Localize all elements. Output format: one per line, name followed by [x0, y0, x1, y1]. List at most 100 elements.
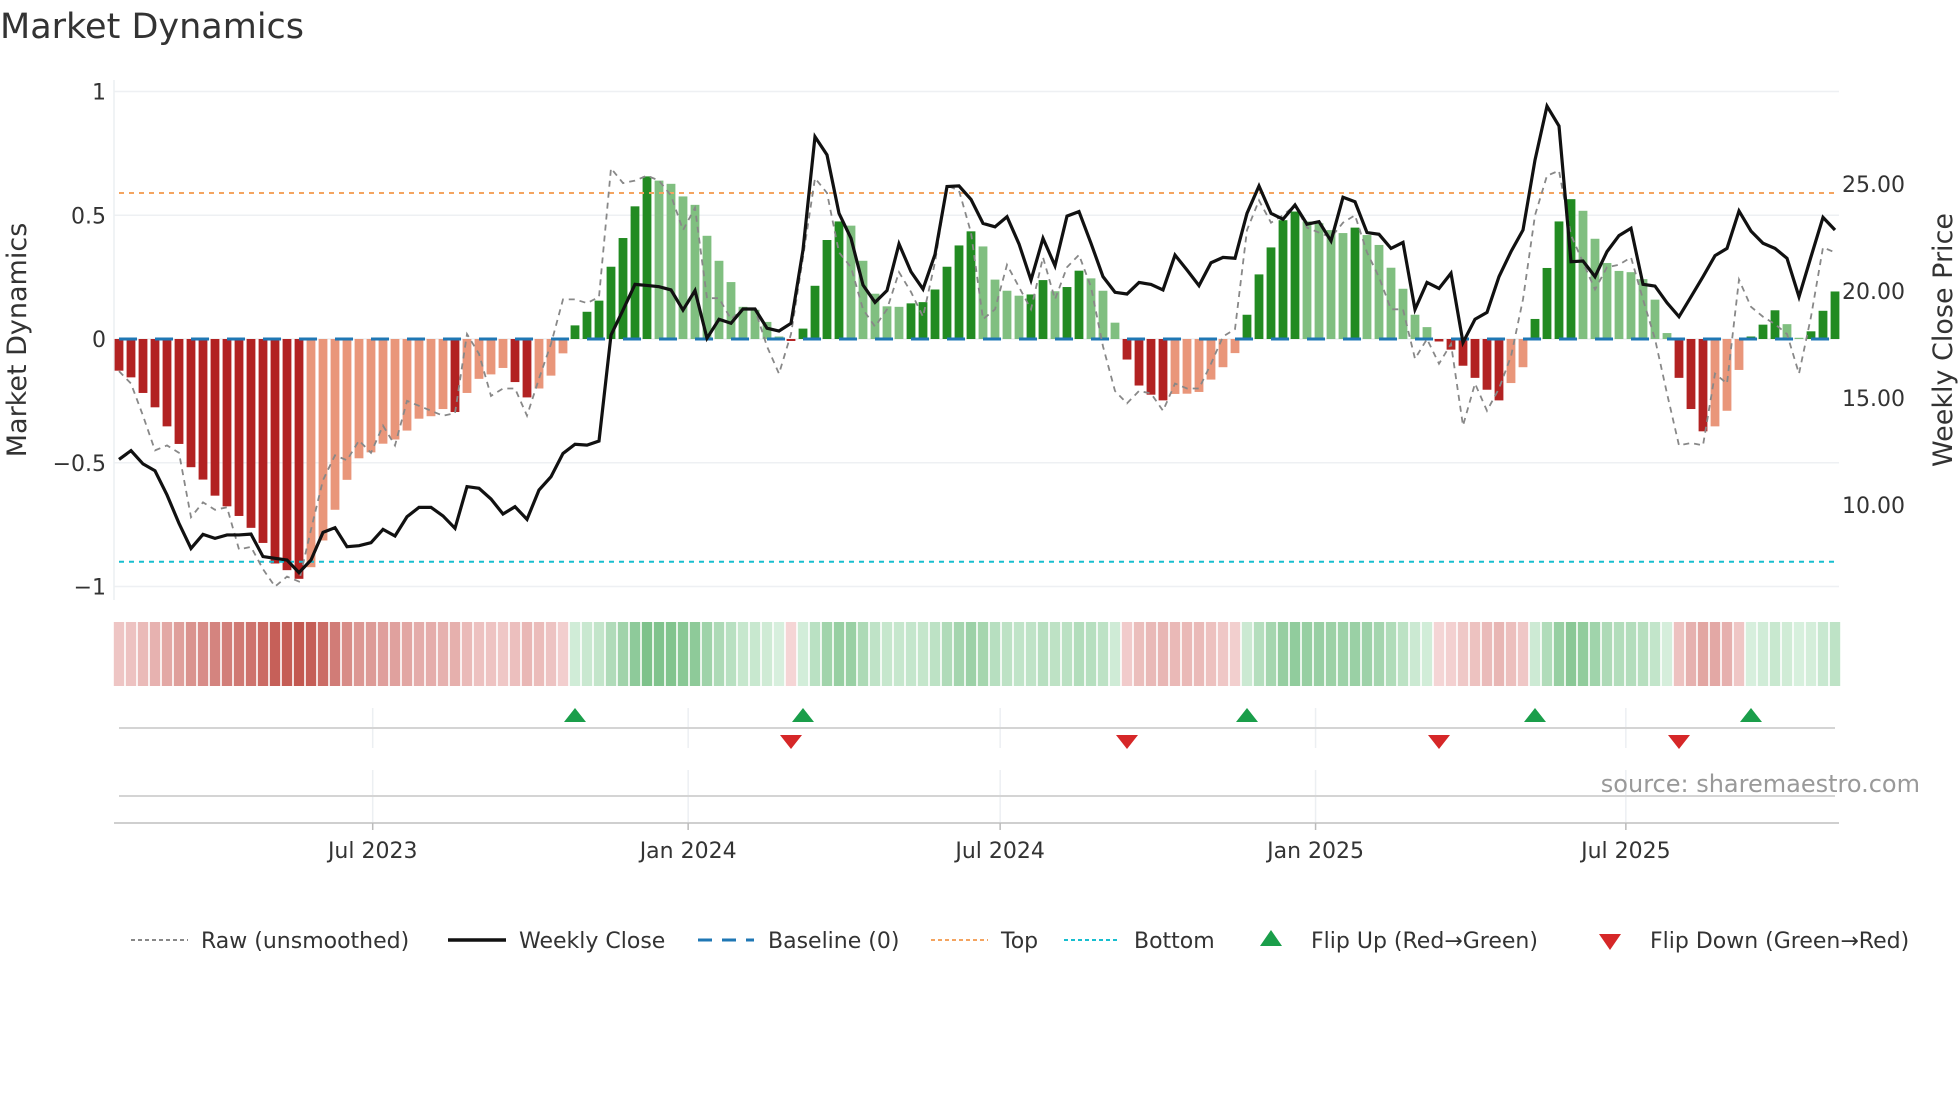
dynamics-bar	[1518, 339, 1528, 368]
heat-strip-cell	[1193, 622, 1205, 686]
dynamics-bar	[1758, 324, 1768, 339]
dynamics-bar	[1098, 290, 1108, 339]
dynamics-bar	[1410, 314, 1420, 339]
dynamics-bar	[1494, 339, 1504, 401]
dynamics-bar	[210, 339, 220, 496]
heat-strip-cell	[329, 622, 341, 686]
dynamics-bar	[1626, 272, 1636, 339]
heat-strip-cell	[653, 622, 665, 686]
heat-strip-cell	[1469, 622, 1481, 686]
x-tick-label: Jan 2024	[638, 839, 737, 864]
heat-strip-cell	[1613, 622, 1625, 686]
heat-strip-cell	[1529, 622, 1541, 686]
flip-up-marker	[1236, 708, 1258, 722]
dynamics-bar	[786, 339, 796, 341]
heat-strip-cell	[881, 622, 893, 686]
heat-strip-cell	[1121, 622, 1133, 686]
heat-strip-cell	[845, 622, 857, 686]
dynamics-bar	[1710, 339, 1720, 427]
heat-strip-cell	[125, 622, 137, 686]
heat-strip-cell	[1577, 622, 1589, 686]
heat-strip-cell	[905, 622, 917, 686]
dynamics-bar	[834, 221, 844, 339]
dynamics-bar	[1146, 339, 1156, 395]
heat-strip-cell	[401, 622, 413, 686]
heat-strip-cell	[233, 622, 245, 686]
dynamics-bar	[174, 339, 184, 444]
heat-strip-cell	[1781, 622, 1793, 686]
dynamics-bar	[1122, 339, 1132, 360]
heat-strip-cell	[725, 622, 737, 686]
heat-strip-cell	[665, 622, 677, 686]
chart-title: Market Dynamics	[0, 7, 304, 47]
heat-strip-cell	[1697, 622, 1709, 686]
heat-strip-cell	[1277, 622, 1289, 686]
dynamics-bar	[726, 282, 736, 339]
heat-strip-cell	[677, 622, 689, 686]
heat-strip-cell	[113, 622, 125, 686]
heat-strip-cell	[1133, 622, 1145, 686]
dynamics-bar	[1554, 221, 1564, 339]
dynamics-bar	[222, 339, 232, 507]
series-lines	[118, 101, 1837, 588]
heat-strip-cell	[1409, 622, 1421, 686]
dynamics-bar	[1542, 267, 1552, 339]
heat-strip-cell	[197, 622, 209, 686]
right-tick-label: 10.00	[1842, 494, 1905, 519]
heat-strip-cell	[1397, 622, 1409, 686]
dynamics-bar	[246, 339, 256, 528]
dynamics-bar	[1278, 220, 1288, 339]
dynamics-bar	[882, 306, 892, 339]
dynamics-bar	[1038, 280, 1048, 339]
dynamics-bar	[1398, 288, 1408, 339]
heat-strip-cell	[1025, 622, 1037, 686]
heat-strip-cell	[917, 622, 929, 686]
heat-strip-cell	[149, 622, 161, 686]
dynamics-bar	[822, 240, 832, 339]
heat-strip-cell	[581, 622, 593, 686]
dynamics-bar	[558, 339, 568, 354]
heat-strip-cell	[1445, 622, 1457, 686]
dynamics-bar	[426, 339, 436, 417]
right-tick-label: 25.00	[1842, 173, 1905, 198]
dynamics-bar	[1110, 322, 1120, 339]
dynamics-bar	[270, 339, 280, 564]
heat-strip-cell	[869, 622, 881, 686]
heat-strip-cell	[1049, 622, 1061, 686]
left-tick-label: −0.5	[53, 452, 106, 477]
flip-down-marker	[1428, 735, 1450, 749]
heat-strip-cell	[1601, 622, 1613, 686]
dynamics-bar	[366, 339, 376, 453]
dynamics-bar	[1086, 278, 1096, 339]
left-axis-ticks: 1 0.5 0 −0.5 −1	[53, 81, 106, 601]
dynamics-bar	[150, 339, 160, 408]
heat-strip-cell	[1013, 622, 1025, 686]
heat-strip-cell	[929, 622, 941, 686]
dynamics-bar	[714, 260, 724, 339]
heat-strip-cell	[281, 622, 293, 686]
left-tick-label: −1	[74, 576, 106, 601]
x-tick-label: Jan 2025	[1265, 839, 1364, 864]
heat-strip-cell	[1385, 622, 1397, 686]
dynamics-bar	[1242, 314, 1252, 339]
dynamics-bar	[654, 180, 664, 339]
heat-strip-cell	[1493, 622, 1505, 686]
heat-strip-cell	[1817, 622, 1829, 686]
dynamics-bar	[1338, 233, 1348, 339]
heat-strip-cell	[1241, 622, 1253, 686]
heat-strip-cell	[1565, 622, 1577, 686]
dynamics-bar	[1374, 244, 1384, 339]
legend-close-label: Weekly Close	[519, 929, 665, 954]
legend-flip-down-label: Flip Down (Green→Red)	[1650, 929, 1909, 954]
heat-strip-cell	[605, 622, 617, 686]
heat-strip-cell	[1721, 622, 1733, 686]
heat-strip-cell	[629, 622, 641, 686]
heat-strip-cell	[305, 622, 317, 686]
heat-strip-cell	[137, 622, 149, 686]
dynamics-bar	[918, 302, 928, 339]
right-axis-ticks: 25.00 20.00 15.00 10.00	[1842, 173, 1905, 519]
dynamics-bar	[1206, 339, 1216, 380]
dynamics-bar	[1014, 295, 1024, 339]
heat-strip-cell	[1265, 622, 1277, 686]
right-tick-label: 15.00	[1842, 387, 1905, 412]
